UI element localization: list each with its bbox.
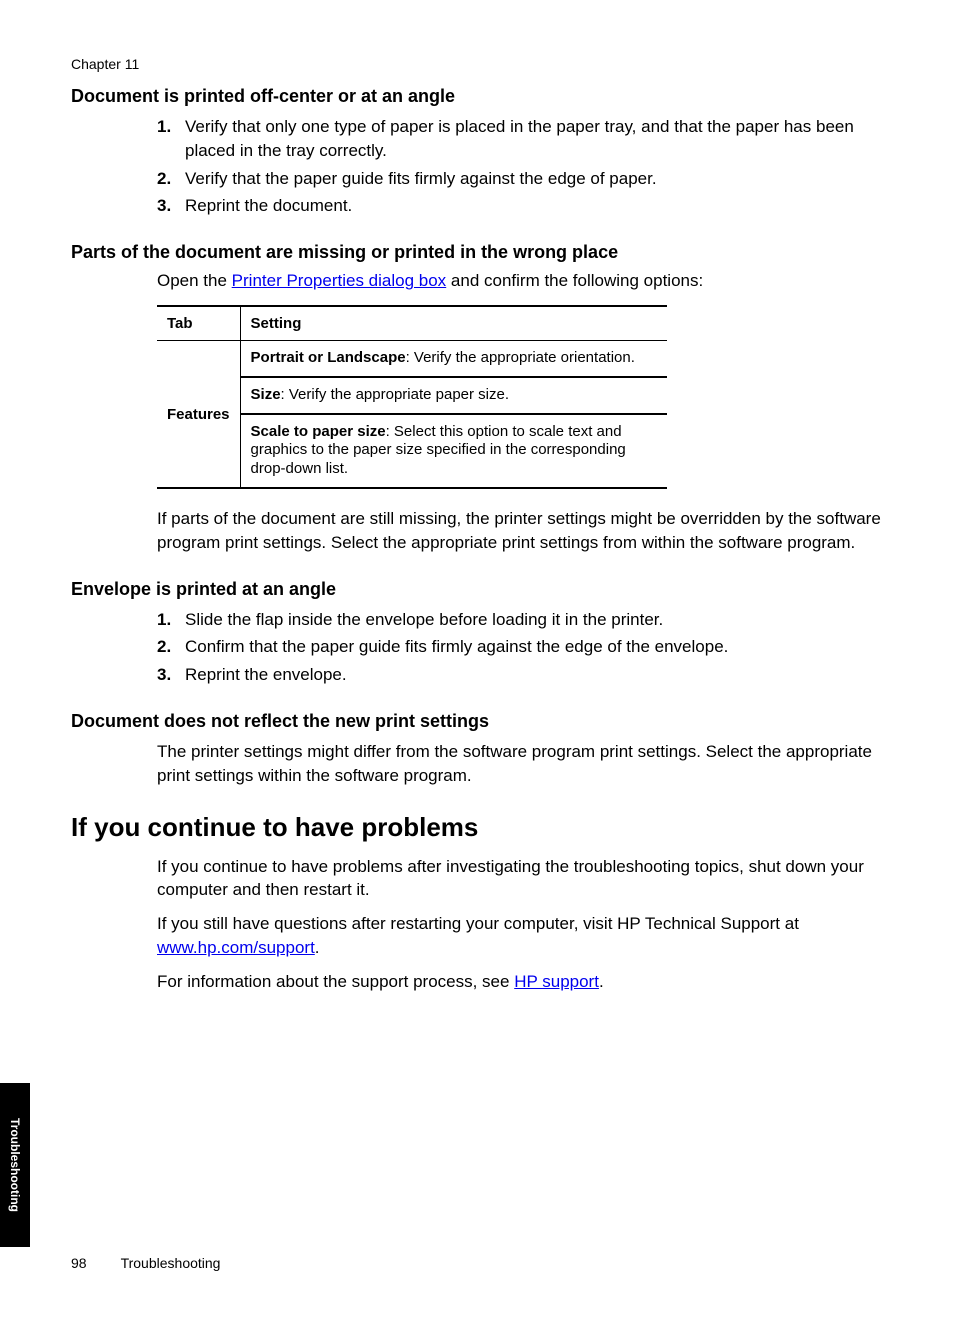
- heading-parts-missing: Parts of the document are missing or pri…: [71, 242, 894, 263]
- table-header-tab: Tab: [157, 306, 240, 341]
- footer-title: Troubleshooting: [121, 1255, 221, 1271]
- list-item: 3.Reprint the envelope.: [157, 663, 894, 687]
- list-number: 2.: [157, 167, 185, 191]
- side-tab-label: Troubleshooting: [8, 1118, 22, 1212]
- after-table-para: If parts of the document are still missi…: [157, 507, 894, 555]
- table-header-setting: Setting: [240, 306, 667, 341]
- p2-post: .: [315, 938, 320, 957]
- continue-p3: For information about the support proces…: [157, 970, 894, 994]
- list-number: 2.: [157, 635, 185, 659]
- setting-bold: Size: [251, 386, 281, 403]
- p3-post: .: [599, 972, 604, 991]
- list-number: 1.: [157, 608, 185, 632]
- link-printer-properties[interactable]: Printer Properties dialog box: [232, 271, 447, 290]
- heading-envelope: Envelope is printed at an angle: [71, 579, 894, 600]
- list-off-center: 1.Verify that only one type of paper is …: [157, 115, 894, 218]
- chapter-label: Chapter 11: [71, 56, 139, 72]
- list-envelope: 1.Slide the flap inside the envelope bef…: [157, 608, 894, 687]
- list-number: 3.: [157, 194, 185, 218]
- settings-table-wrapper: Tab Setting Features Portrait or Landsca…: [157, 305, 894, 489]
- list-item: 1.Slide the flap inside the envelope bef…: [157, 608, 894, 632]
- table-setting-cell: Portrait or Landscape: Verify the approp…: [240, 341, 667, 377]
- intro-text: Open the Printer Properties dialog box a…: [157, 271, 894, 291]
- list-text: Reprint the document.: [185, 194, 352, 218]
- list-item: 3.Reprint the document.: [157, 194, 894, 218]
- page-content: Document is printed off-center or at an …: [71, 86, 894, 1004]
- table-setting-cell: Scale to paper size: Select this option …: [240, 414, 667, 488]
- list-text: Slide the flap inside the envelope befor…: [185, 608, 663, 632]
- list-number: 3.: [157, 663, 185, 687]
- heading-off-center: Document is printed off-center or at an …: [71, 86, 894, 107]
- continue-p1: If you continue to have problems after i…: [157, 855, 894, 903]
- settings-table: Tab Setting Features Portrait or Landsca…: [157, 305, 667, 489]
- heading-new-settings: Document does not reflect the new print …: [71, 711, 894, 732]
- new-settings-body: The printer settings might differ from t…: [157, 740, 894, 788]
- table-tab-cell: Features: [157, 341, 240, 488]
- table-setting-cell: Size: Verify the appropriate paper size.: [240, 377, 667, 414]
- list-item: 1.Verify that only one type of paper is …: [157, 115, 894, 163]
- list-number: 1.: [157, 115, 185, 163]
- heading-continue-problems: If you continue to have problems: [71, 812, 894, 843]
- p3-pre: For information about the support proces…: [157, 972, 514, 991]
- side-tab: Troubleshooting: [0, 1083, 30, 1247]
- page-footer: 98 Troubleshooting: [71, 1255, 220, 1271]
- list-text: Verify that the paper guide fits firmly …: [185, 167, 657, 191]
- list-text: Verify that only one type of paper is pl…: [185, 115, 894, 163]
- page-number: 98: [71, 1255, 87, 1271]
- continue-p2: If you still have questions after restar…: [157, 912, 894, 960]
- list-text: Confirm that the paper guide fits firmly…: [185, 635, 728, 659]
- intro-post: and confirm the following options:: [446, 271, 703, 290]
- setting-rest: : Verify the appropriate orientation.: [406, 349, 635, 366]
- link-hp-support-url[interactable]: www.hp.com/support: [157, 938, 315, 957]
- intro-pre: Open the: [157, 271, 232, 290]
- list-item: 2.Confirm that the paper guide fits firm…: [157, 635, 894, 659]
- list-item: 2.Verify that the paper guide fits firml…: [157, 167, 894, 191]
- setting-bold: Portrait or Landscape: [251, 349, 406, 366]
- continue-problems-body: If you continue to have problems after i…: [71, 855, 894, 994]
- list-text: Reprint the envelope.: [185, 663, 347, 687]
- setting-bold: Scale to paper size: [251, 423, 386, 440]
- link-hp-support[interactable]: HP support: [514, 972, 599, 991]
- p2-pre: If you still have questions after restar…: [157, 914, 799, 933]
- setting-rest: : Verify the appropriate paper size.: [281, 386, 509, 403]
